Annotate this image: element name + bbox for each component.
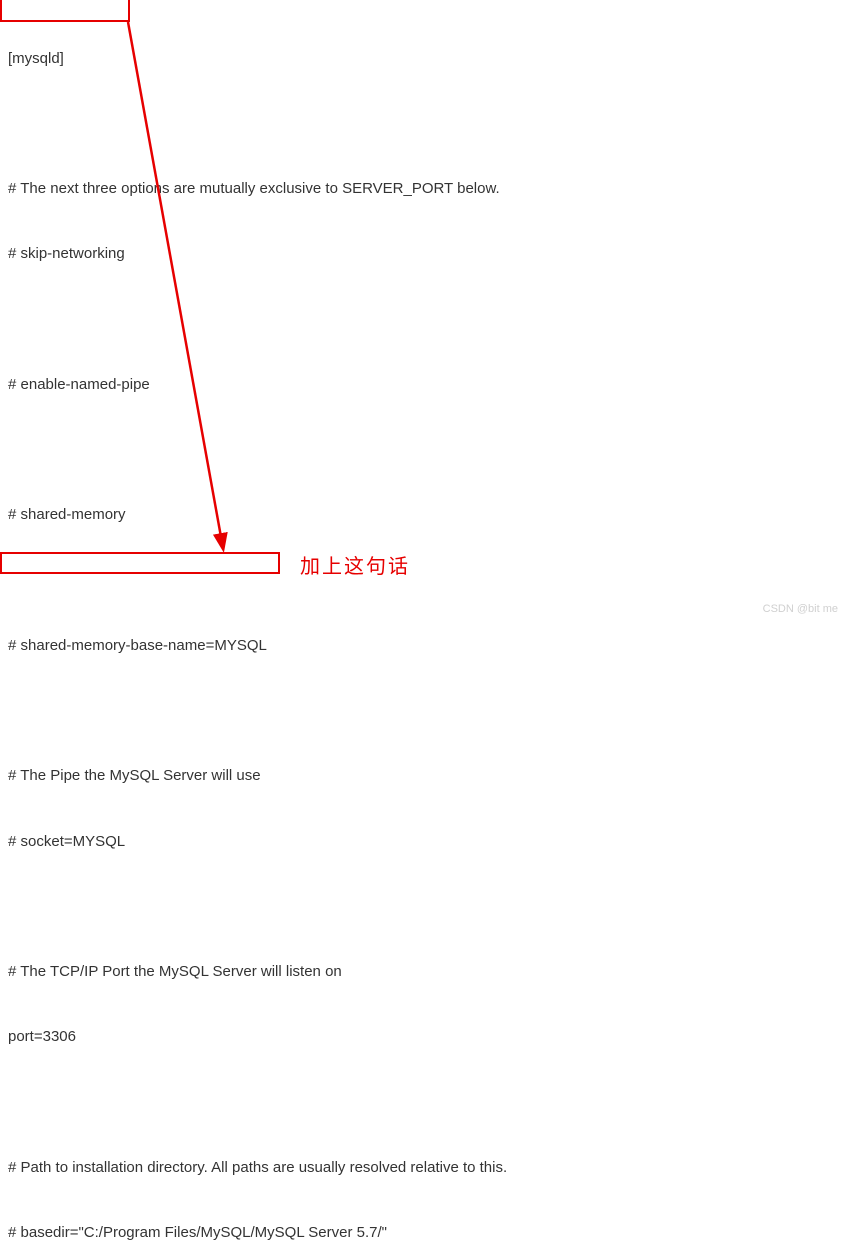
config-line: # The Pipe the MySQL Server will use <box>8 765 838 787</box>
config-line: # shared-memory-base-name=MYSQL <box>8 635 838 657</box>
config-line: # Path to installation directory. All pa… <box>8 1157 838 1179</box>
config-line <box>8 309 838 331</box>
config-line: # The TCP/IP Port the MySQL Server will … <box>8 961 838 983</box>
config-file-content: [mysqld] # The next three options are mu… <box>0 0 846 1242</box>
config-line: port=3306 <box>8 1026 838 1048</box>
config-line <box>8 570 838 592</box>
config-line <box>8 700 838 722</box>
config-line: # socket=MYSQL <box>8 831 838 853</box>
config-line: # enable-named-pipe <box>8 374 838 396</box>
config-line: # shared-memory <box>8 504 838 526</box>
config-line: [mysqld] <box>8 48 838 70</box>
config-line <box>8 439 838 461</box>
config-line <box>8 896 838 918</box>
config-line <box>8 1092 838 1114</box>
config-line: # The next three options are mutually ex… <box>8 178 838 200</box>
config-line <box>8 113 838 135</box>
config-line: # skip-networking <box>8 243 838 265</box>
annotation-label: 加上这句话 <box>300 550 410 579</box>
watermark-text: CSDN @bit me <box>763 603 838 615</box>
config-line: # basedir="C:/Program Files/MySQL/MySQL … <box>8 1222 838 1242</box>
